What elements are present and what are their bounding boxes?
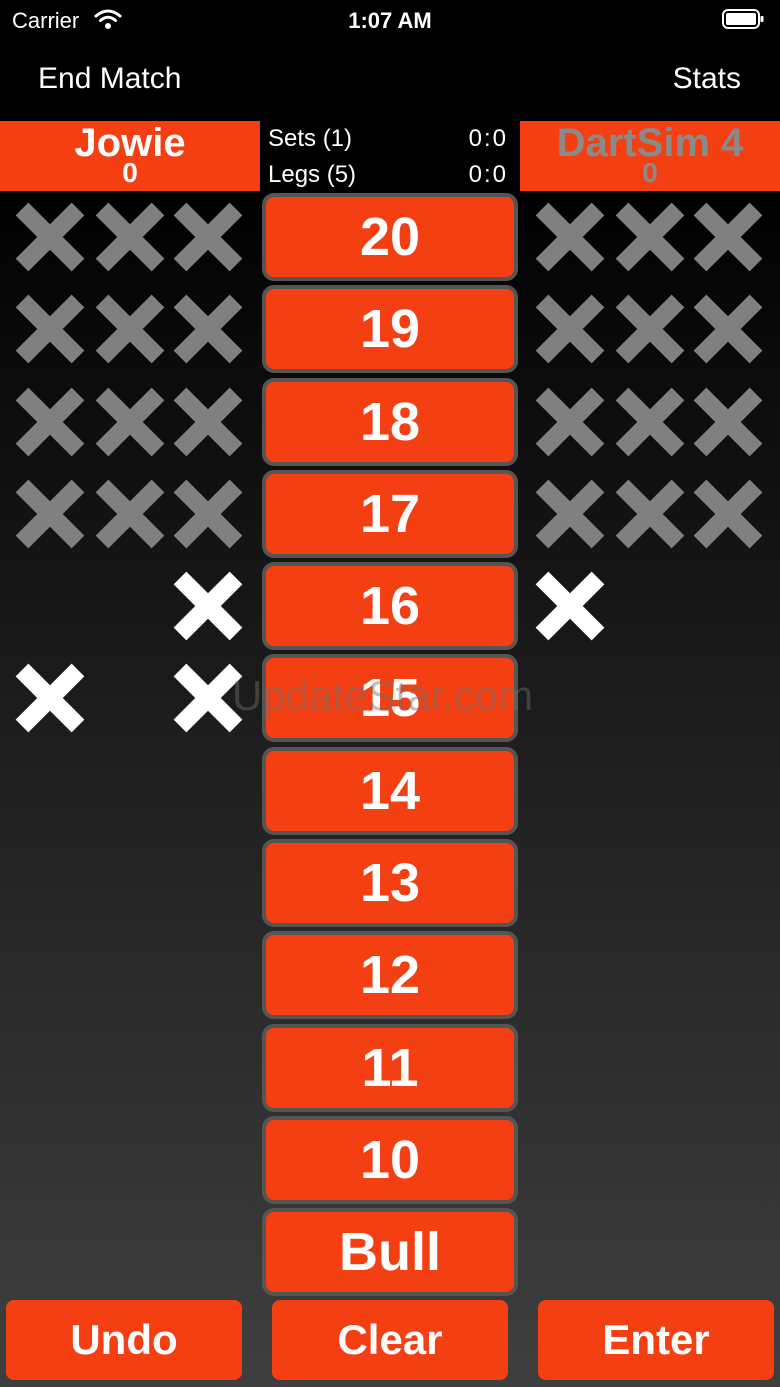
closed-mark-icon (10, 197, 90, 277)
closed-mark-icon (688, 474, 768, 554)
closed-mark-icon (10, 474, 90, 554)
hit-mark-icon (168, 566, 248, 646)
number-button-16[interactable]: 16 (262, 562, 518, 651)
closed-mark-icon (530, 197, 610, 277)
closed-mark-icon (90, 474, 170, 554)
player-right-marks (530, 195, 770, 841)
marks-row-17 (10, 472, 250, 564)
closed-mark-icon (688, 197, 768, 277)
closed-mark-icon (530, 382, 610, 462)
marks-row-17 (530, 472, 770, 564)
marks-row-18 (10, 380, 250, 472)
marks-row-15 (10, 656, 250, 748)
marks-row-14 (10, 749, 250, 841)
closed-mark-icon (530, 474, 610, 554)
number-button-bull[interactable]: Bull (262, 1208, 518, 1297)
marks-row-19 (10, 287, 250, 379)
closed-mark-icon (10, 289, 90, 369)
number-button-20[interactable]: 20 (262, 193, 518, 281)
number-button-10[interactable]: 10 (262, 1115, 518, 1204)
marks-row-15 (530, 656, 770, 748)
sets-value: 0:0 (468, 125, 508, 152)
closed-mark-icon (168, 289, 248, 369)
clear-button[interactable]: Clear (272, 1300, 508, 1380)
number-button-19[interactable]: 19 (262, 285, 518, 374)
marks-row-16 (10, 564, 250, 656)
match-score-panel: Sets (1) 0:0 Legs (5) 0:0 (260, 121, 520, 191)
hit-mark-icon (10, 658, 90, 738)
sets-row: Sets (1) 0:0 (268, 121, 508, 157)
closed-mark-icon (688, 289, 768, 369)
watermark: UpdateStar.com (232, 672, 534, 719)
closed-mark-icon (10, 382, 90, 462)
closed-mark-icon (610, 289, 690, 369)
marks-row-19 (530, 287, 770, 379)
marks-row-20 (10, 195, 250, 287)
closed-mark-icon (530, 289, 610, 369)
number-button-14[interactable]: 14 (262, 746, 518, 835)
clock: 1:07 AM (348, 8, 432, 33)
battery-icon (722, 9, 764, 29)
number-button-12[interactable]: 12 (262, 931, 518, 1020)
number-buttons: 20 19 18 17 16 15 14 13 12 11 10 Bull (262, 193, 518, 1301)
closed-mark-icon (168, 197, 248, 277)
player-left-marks (10, 195, 250, 841)
player-right-panel: DartSim 4 0 (520, 121, 780, 191)
status-bar: Carrier 1:07 AM (0, 0, 780, 40)
player-left-score: 0 (122, 157, 138, 188)
marks-row-20 (530, 195, 770, 287)
number-button-18[interactable]: 18 (262, 377, 518, 466)
closed-mark-icon (90, 289, 170, 369)
undo-button[interactable]: Undo (6, 1300, 242, 1380)
marks-row-16 (530, 564, 770, 656)
legs-value: 0:0 (468, 161, 508, 188)
marks-row-14 (530, 749, 770, 841)
closed-mark-icon (688, 382, 768, 462)
marks-row-18 (530, 380, 770, 472)
legs-label: Legs (5) (268, 161, 357, 188)
number-button-11[interactable]: 11 (262, 1023, 518, 1112)
closed-mark-icon (168, 474, 248, 554)
closed-mark-icon (90, 382, 170, 462)
hit-mark-icon (530, 566, 610, 646)
closed-mark-icon (168, 382, 248, 462)
enter-button[interactable]: Enter (538, 1300, 774, 1380)
closed-mark-icon (90, 197, 170, 277)
closed-mark-icon (610, 197, 690, 277)
number-button-13[interactable]: 13 (262, 839, 518, 928)
sets-label: Sets (1) (268, 125, 353, 152)
end-match-button[interactable]: End Match (38, 62, 181, 96)
player-left-panel: Jowie 0 (0, 121, 260, 191)
number-button-17[interactable]: 17 (262, 469, 518, 558)
stats-button[interactable]: Stats (673, 62, 741, 96)
closed-mark-icon (610, 474, 690, 554)
legs-row: Legs (5) 0:0 (268, 157, 508, 193)
closed-mark-icon (610, 382, 690, 462)
